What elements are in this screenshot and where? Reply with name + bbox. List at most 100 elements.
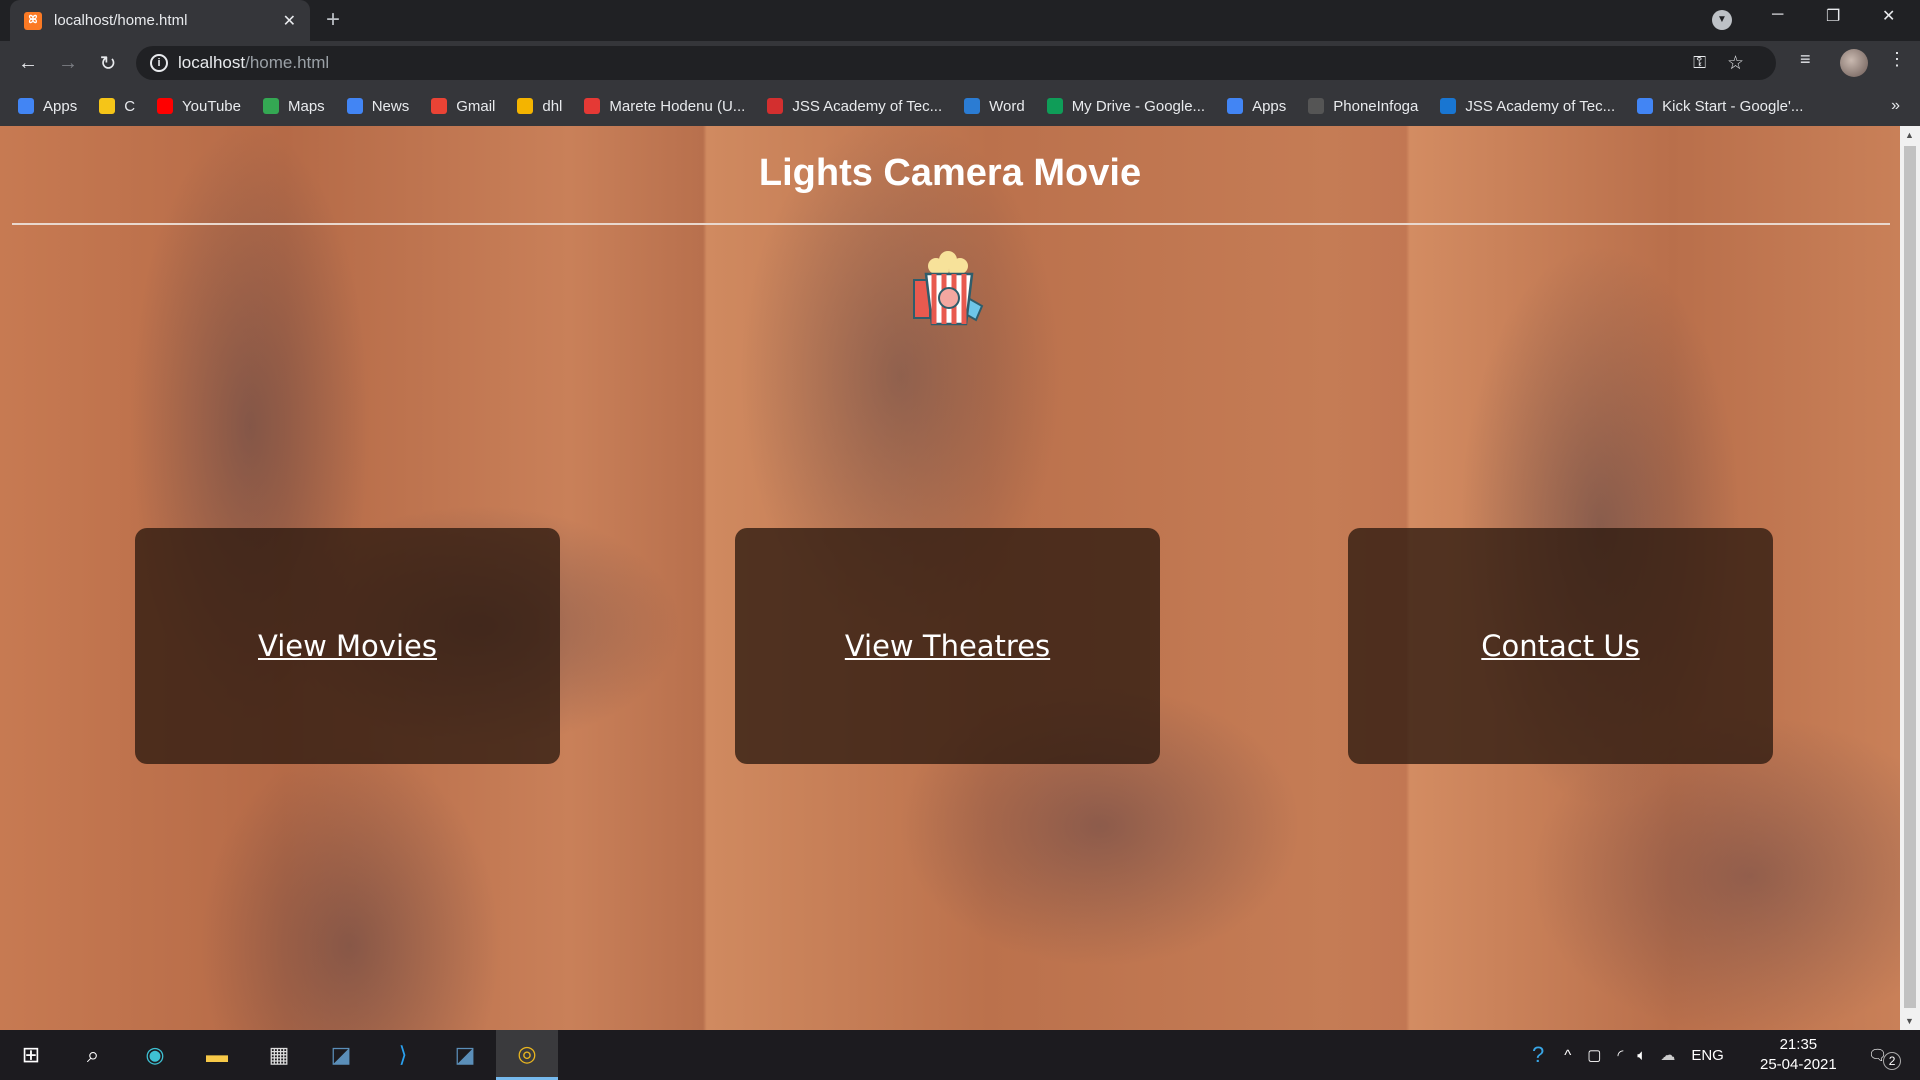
bookmark-label: YouTube xyxy=(182,97,241,115)
bookmark-favicon-icon xyxy=(1227,98,1244,114)
restore-button[interactable]: ❐ xyxy=(1826,6,1840,26)
close-window-button[interactable]: ✕ xyxy=(1882,6,1895,26)
menu-icon[interactable]: ⋮ xyxy=(1888,49,1906,70)
view-theatres-card[interactable]: View Theatres xyxy=(735,528,1160,764)
bookmark-item[interactable]: JSS Academy of Tec... xyxy=(1440,98,1615,115)
key-icon[interactable]: ⚿ xyxy=(1693,53,1706,73)
page-title: Lights Camera Movie xyxy=(758,152,1142,194)
bookmark-item[interactable]: Maps xyxy=(263,98,325,115)
back-button[interactable]: ← xyxy=(8,52,48,75)
file-explorer-icon[interactable]: ▬ xyxy=(186,1030,248,1080)
view-theatres-link[interactable]: View Theatres xyxy=(845,629,1050,663)
bookmark-item[interactable]: Word xyxy=(964,98,1025,115)
bookmark-label: Kick Start - Google'... xyxy=(1662,97,1804,115)
close-tab-icon[interactable]: ✕ xyxy=(283,11,296,31)
volume-icon[interactable]: 🔈︎ xyxy=(1637,1047,1646,1064)
help-icon[interactable]: ? xyxy=(1532,1042,1544,1068)
bookmark-item[interactable]: Gmail xyxy=(431,98,495,115)
contact-us-card[interactable]: Contact Us xyxy=(1348,528,1773,764)
bookmark-item[interactable]: JSS Academy of Tec... xyxy=(767,98,942,115)
search-icon[interactable]: ⌕ xyxy=(62,1030,124,1080)
bookmark-item[interactable]: News xyxy=(346,97,410,115)
bookmark-label: Gmail xyxy=(456,97,496,115)
bookmark-item[interactable]: C xyxy=(99,98,135,115)
notification-count: 2 xyxy=(1883,1052,1902,1070)
more-bookmarks-icon[interactable]: » xyxy=(1891,97,1900,115)
bookmark-favicon-icon xyxy=(99,98,116,114)
address-bar[interactable]: i localhost/home.html ⚿ ☆ xyxy=(136,46,1776,80)
url-path: /home.html xyxy=(245,53,330,72)
scroll-up-icon[interactable]: ▲ xyxy=(1905,130,1914,140)
bookmark-item[interactable]: Kick Start - Google'... xyxy=(1637,98,1803,115)
scroll-down-icon[interactable]: ▼ xyxy=(1905,1016,1914,1026)
reload-button[interactable]: ↻ xyxy=(88,51,128,76)
mysql-workbench-icon-2[interactable]: ◪ xyxy=(434,1030,496,1080)
bookmark-label: JSS Academy of Tec... xyxy=(792,97,943,115)
page-scrollbar[interactable]: ▲ ▼ xyxy=(1900,126,1920,1030)
bookmark-favicon-icon xyxy=(1440,98,1457,114)
bookmark-favicon-icon xyxy=(1046,98,1063,114)
chrome-icon[interactable]: ◎ xyxy=(496,1030,558,1080)
notifications-button[interactable]: 🗨︎ 2 xyxy=(1868,1030,1902,1080)
bookmark-label: JSS Academy of Tec... xyxy=(1465,97,1616,115)
view-movies-link[interactable]: View Movies xyxy=(258,629,437,663)
windows-taskbar: ⊞ ⌕ ◉ ▬ ▦ ◪ ⟩ ◪ ◎ ? ^ ▢ ◜ 🔈︎ ☁ ENG 21:35… xyxy=(0,1030,1920,1080)
bookmark-favicon-icon xyxy=(157,98,174,114)
browser-tab[interactable]: ꕤ localhost/home.html ✕ xyxy=(10,0,310,41)
forward-button[interactable]: → xyxy=(48,52,88,75)
time: 21:35 xyxy=(1779,1036,1818,1053)
view-movies-card[interactable]: View Movies xyxy=(135,528,560,764)
camera-icon[interactable]: ▢ xyxy=(1587,1046,1601,1064)
bookmark-item[interactable]: Apps xyxy=(1227,98,1286,115)
bookmark-favicon-icon xyxy=(1308,98,1325,114)
scrollbar-thumb[interactable] xyxy=(1904,146,1916,1008)
tab-search-icon[interactable]: ▼ xyxy=(1712,10,1732,30)
tab-bar: ꕤ localhost/home.html ✕ + ▼ ─ ❐ ✕ xyxy=(0,0,1920,41)
bookmark-favicon-icon xyxy=(767,98,784,114)
new-tab-button[interactable]: + xyxy=(326,6,340,34)
bookmark-item[interactable]: PhoneInfoga xyxy=(1308,98,1418,115)
language-indicator[interactable]: ENG xyxy=(1691,1047,1724,1064)
start-button[interactable]: ⊞ xyxy=(0,1030,62,1080)
bookmark-favicon-icon xyxy=(431,98,448,114)
contact-us-link[interactable]: Contact Us xyxy=(1481,629,1639,663)
bookmark-item[interactable]: Apps xyxy=(18,98,77,115)
site-info-icon[interactable]: i xyxy=(150,54,168,72)
bookmark-favicon-icon xyxy=(964,98,981,114)
bookmark-label: PhoneInfoga xyxy=(1333,97,1419,115)
vscode-icon[interactable]: ⟩ xyxy=(372,1030,434,1080)
edge-icon[interactable]: ◉ xyxy=(124,1030,186,1080)
bookmark-favicon-icon xyxy=(1637,98,1654,114)
show-hidden-icons-icon[interactable]: ^ xyxy=(1564,1047,1571,1064)
onedrive-error-icon[interactable]: ☁ xyxy=(1660,1046,1675,1064)
clock[interactable]: 21:35 25-04-2021 xyxy=(1760,1035,1837,1075)
bookmarks-bar: Apps C YouTube Maps News Gmail dhl Marete Hoden… xyxy=(0,86,1920,126)
store-icon[interactable]: ▦ xyxy=(248,1030,310,1080)
divider xyxy=(12,223,1890,225)
page-content: Lights Camera Movie View Movies View The… xyxy=(0,126,1900,1030)
bookmark-star-icon[interactable]: ☆ xyxy=(1727,52,1744,75)
bookmark-label: dhl xyxy=(542,97,563,115)
bookmark-item[interactable]: Marete Hodenu (U... xyxy=(584,98,745,115)
bookmark-label: Apps xyxy=(1252,97,1287,115)
wifi-icon[interactable]: ◜ xyxy=(1617,1046,1623,1064)
bookmark-favicon-icon xyxy=(517,98,534,114)
media-control-icon[interactable]: ≡ xyxy=(1800,49,1811,70)
bookmark-label: Word xyxy=(989,97,1025,115)
tab-title: localhost/home.html xyxy=(54,12,188,29)
date: 25-04-2021 xyxy=(1760,1056,1837,1073)
bookmark-item[interactable]: My Drive - Google... xyxy=(1046,97,1206,115)
bookmark-label: Maps xyxy=(288,97,325,115)
browser-toolbar: ← → ↻ i localhost/home.html ⚿ ☆ ≡ ⋮ xyxy=(0,41,1920,86)
bookmark-favicon-icon xyxy=(584,98,601,114)
bookmark-label: My Drive - Google... xyxy=(1071,97,1206,115)
bookmark-item[interactable]: dhl xyxy=(517,98,562,115)
bookmark-item[interactable]: YouTube xyxy=(157,98,241,115)
profile-avatar[interactable] xyxy=(1840,49,1868,77)
bookmark-label: C xyxy=(124,97,136,115)
mysql-workbench-icon[interactable]: ◪ xyxy=(310,1030,372,1080)
bookmark-label: News xyxy=(371,97,410,115)
bookmark-favicon-icon xyxy=(263,98,279,114)
minimize-button[interactable]: ─ xyxy=(1772,6,1783,24)
popcorn-logo-icon xyxy=(913,251,984,326)
